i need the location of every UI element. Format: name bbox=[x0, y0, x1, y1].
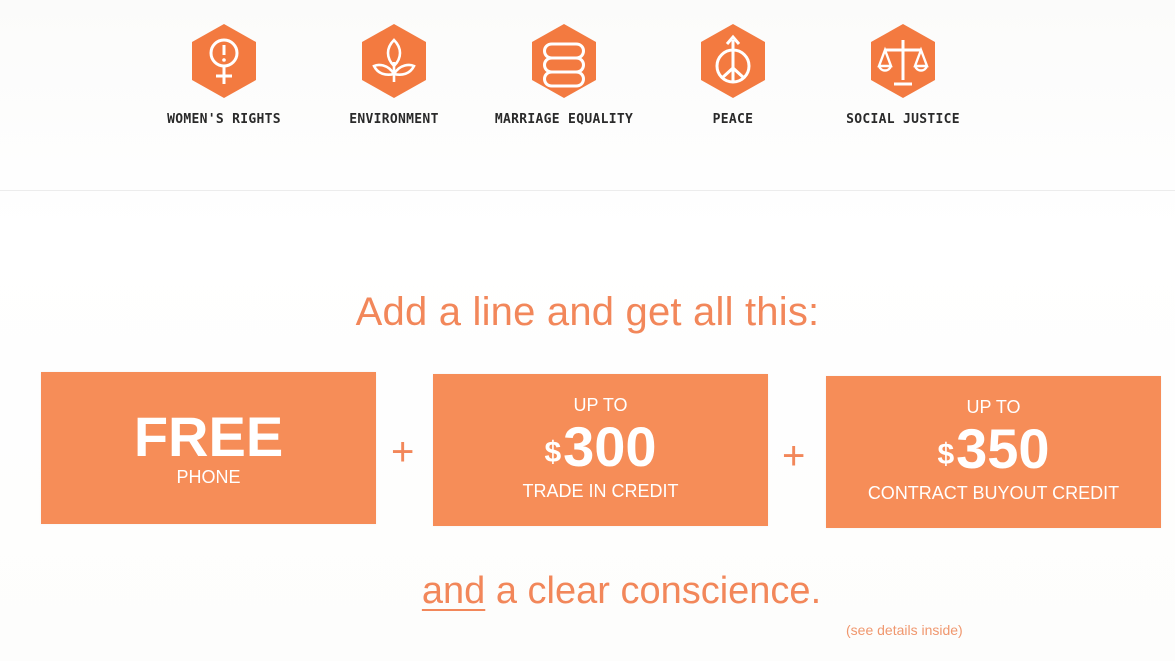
page-fold-divider bbox=[0, 190, 1175, 191]
details-note: (see details inside) bbox=[846, 622, 963, 638]
offer-contract-buyout-credit: UP TO $350 CONTRACT BUYOUT CREDIT bbox=[826, 376, 1161, 528]
offer-value: 300 bbox=[563, 415, 657, 478]
offer-subtitle: CONTRACT BUYOUT CREDIT bbox=[867, 483, 1120, 503]
mailer-page: WOMEN'S RIGHTS ENVIRONMENT MARRIAGE EQUA… bbox=[0, 0, 1175, 661]
womens-rights-icon bbox=[192, 24, 256, 98]
cause-label: WOMEN'S RIGHTS bbox=[167, 112, 281, 127]
offer-amount: $300 bbox=[433, 418, 768, 476]
cause-label: ENVIRONMENT bbox=[349, 112, 439, 127]
peace-icon bbox=[701, 24, 765, 98]
marriage-equality-icon bbox=[532, 24, 596, 98]
cause-social-justice: SOCIAL JUSTICE bbox=[808, 22, 998, 127]
tagline-underlined-word: and bbox=[421, 570, 486, 612]
offer-up-to: UP TO bbox=[573, 395, 628, 415]
tagline: and a clear conscience. bbox=[0, 570, 1175, 613]
cause-label: PEACE bbox=[712, 112, 754, 127]
cause-womens-rights: WOMEN'S RIGHTS bbox=[129, 22, 319, 127]
offer-value: 350 bbox=[956, 417, 1050, 480]
offer-subtitle: PHONE bbox=[176, 467, 241, 487]
cause-environment: ENVIRONMENT bbox=[299, 22, 489, 127]
offer-up-to: UP TO bbox=[966, 397, 1021, 417]
plus-sign: + bbox=[782, 434, 806, 478]
headline: Add a line and get all this: bbox=[355, 290, 820, 334]
cause-label: MARRIAGE EQUALITY bbox=[494, 112, 634, 127]
cause-peace: PEACE bbox=[638, 22, 828, 127]
tagline-rest: a clear conscience. bbox=[485, 570, 822, 612]
offer-free-phone: FREE PHONE bbox=[41, 372, 376, 524]
offer-main: FREE bbox=[133, 405, 284, 468]
environment-icon bbox=[362, 24, 426, 98]
plus-sign: + bbox=[391, 430, 415, 474]
social-justice-icon bbox=[871, 24, 935, 98]
offer-subtitle: TRADE IN CREDIT bbox=[522, 481, 679, 501]
cause-label: SOCIAL JUSTICE bbox=[846, 112, 960, 127]
currency-symbol: $ bbox=[544, 436, 562, 469]
offer-amount: $350 bbox=[826, 420, 1161, 478]
currency-symbol: $ bbox=[937, 438, 955, 471]
offer-trade-in-credit: UP TO $300 TRADE IN CREDIT bbox=[433, 374, 768, 526]
cause-marriage-equality: MARRIAGE EQUALITY bbox=[469, 22, 659, 127]
